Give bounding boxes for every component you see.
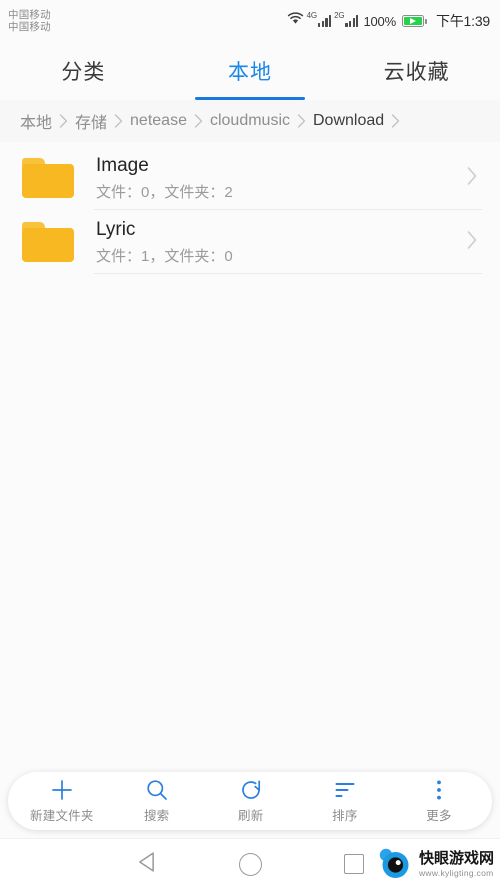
file-meta: 文件：1，文件夹：0 xyxy=(96,247,233,265)
chevron-right-icon xyxy=(114,114,123,128)
carrier-label-1: 中国移动 xyxy=(8,8,51,21)
status-indicators: 4G 2G 100% 下午1:39 xyxy=(287,11,490,31)
plus-icon xyxy=(50,778,74,802)
breadcrumb-item-download[interactable]: Download xyxy=(313,112,384,130)
chevron-right-icon xyxy=(194,114,203,128)
search-icon xyxy=(145,778,169,802)
chevron-right-icon[interactable] xyxy=(466,166,478,191)
more-vertical-icon xyxy=(427,778,451,802)
table-row[interactable]: Image 文件：0，文件夹：2 xyxy=(0,146,500,210)
breadcrumb-item-cloudmusic[interactable]: cloudmusic xyxy=(210,112,290,130)
breadcrumb-item-local[interactable]: 本地 xyxy=(20,109,52,133)
carrier-labels: 中国移动 中国移动 xyxy=(8,9,51,34)
chevron-right-icon[interactable] xyxy=(466,230,478,255)
folder-icon xyxy=(22,222,74,262)
battery-charging-icon xyxy=(401,15,427,27)
bottom-toolbar-container: 新建文件夹 搜索 刷新 排序 更多 xyxy=(0,772,500,838)
chevron-right-icon xyxy=(391,114,400,128)
tab-cloud-favorites[interactable]: 云收藏 xyxy=(333,42,500,100)
chevron-right-icon xyxy=(59,114,68,128)
wifi-icon xyxy=(287,12,304,30)
refresh-label: 刷新 xyxy=(238,809,264,823)
search-label: 搜索 xyxy=(143,809,170,823)
file-name: Image xyxy=(96,155,149,177)
carrier-label-2: 中国移动 xyxy=(8,21,51,33)
status-bar: 中国移动 中国移动 4G 2G 100% 下午1:39 xyxy=(0,0,500,42)
file-row-text: Lyric 文件：1，文件夹：0 xyxy=(96,218,466,266)
home-circle-icon xyxy=(238,852,262,876)
system-navigation-bar: 快眼游戏网 www.kyligting.com xyxy=(0,838,500,889)
sort-button[interactable]: 排序 xyxy=(314,778,376,824)
breadcrumb: 本地 存储 netease cloudmusic Download xyxy=(0,100,500,142)
breadcrumb-item-netease[interactable]: netease xyxy=(130,112,187,130)
search-button[interactable]: 搜索 xyxy=(126,778,188,824)
sort-icon xyxy=(333,778,357,802)
new-folder-label: 新建文件夹 xyxy=(30,809,94,823)
sim1-signal: 4G xyxy=(306,11,332,27)
phone-screen: 中国移动 中国移动 4G 2G 100% 下午1:39 分类 本地 云收藏 本地… xyxy=(0,0,500,889)
file-row-text: Image 文件：0，文件夹：2 xyxy=(96,154,466,202)
nav-back-button[interactable] xyxy=(94,851,198,878)
breadcrumb-item-storage[interactable]: 存储 xyxy=(75,109,107,133)
bottom-toolbar: 新建文件夹 搜索 刷新 排序 更多 xyxy=(8,772,492,830)
nav-recents-button[interactable] xyxy=(302,854,406,874)
refresh-icon xyxy=(239,778,263,802)
sim1-network-label: 4G xyxy=(306,11,317,20)
sim2-network-label: 2G xyxy=(334,11,345,20)
status-clock: 下午1:39 xyxy=(435,13,490,29)
watermark-url: www.kyligting.com xyxy=(418,867,494,878)
watermark-site-name: 快眼游戏网 xyxy=(418,849,494,867)
sim2-signal-bars xyxy=(345,15,359,27)
recents-square-icon xyxy=(344,854,364,874)
file-name: Lyric xyxy=(96,219,136,241)
chevron-right-icon xyxy=(297,114,306,128)
file-list: Image 文件：0，文件夹：2 Lyric 文件：1，文件夹：0 xyxy=(0,142,500,772)
back-triangle-icon xyxy=(137,851,156,878)
sim2-signal: 2G xyxy=(334,11,359,27)
watermark-text: 快眼游戏网 www.kyligting.com xyxy=(419,851,494,878)
nav-home-button[interactable] xyxy=(198,852,302,876)
new-folder-button[interactable]: 新建文件夹 xyxy=(30,778,94,824)
sort-label: 排序 xyxy=(332,809,358,823)
table-row[interactable]: Lyric 文件：1，文件夹：0 xyxy=(0,210,500,274)
battery-percent-label: 100% xyxy=(363,13,396,29)
refresh-button[interactable]: 刷新 xyxy=(220,778,282,824)
tab-categories[interactable]: 分类 xyxy=(0,42,167,100)
folder-icon xyxy=(22,158,74,198)
tab-local[interactable]: 本地 xyxy=(167,42,334,100)
more-button[interactable]: 更多 xyxy=(408,778,470,824)
more-label: 更多 xyxy=(426,809,452,823)
top-tab-bar: 分类 本地 云收藏 xyxy=(0,42,500,100)
sim1-signal-bars xyxy=(317,15,332,27)
file-meta: 文件：0，文件夹：2 xyxy=(96,183,233,201)
